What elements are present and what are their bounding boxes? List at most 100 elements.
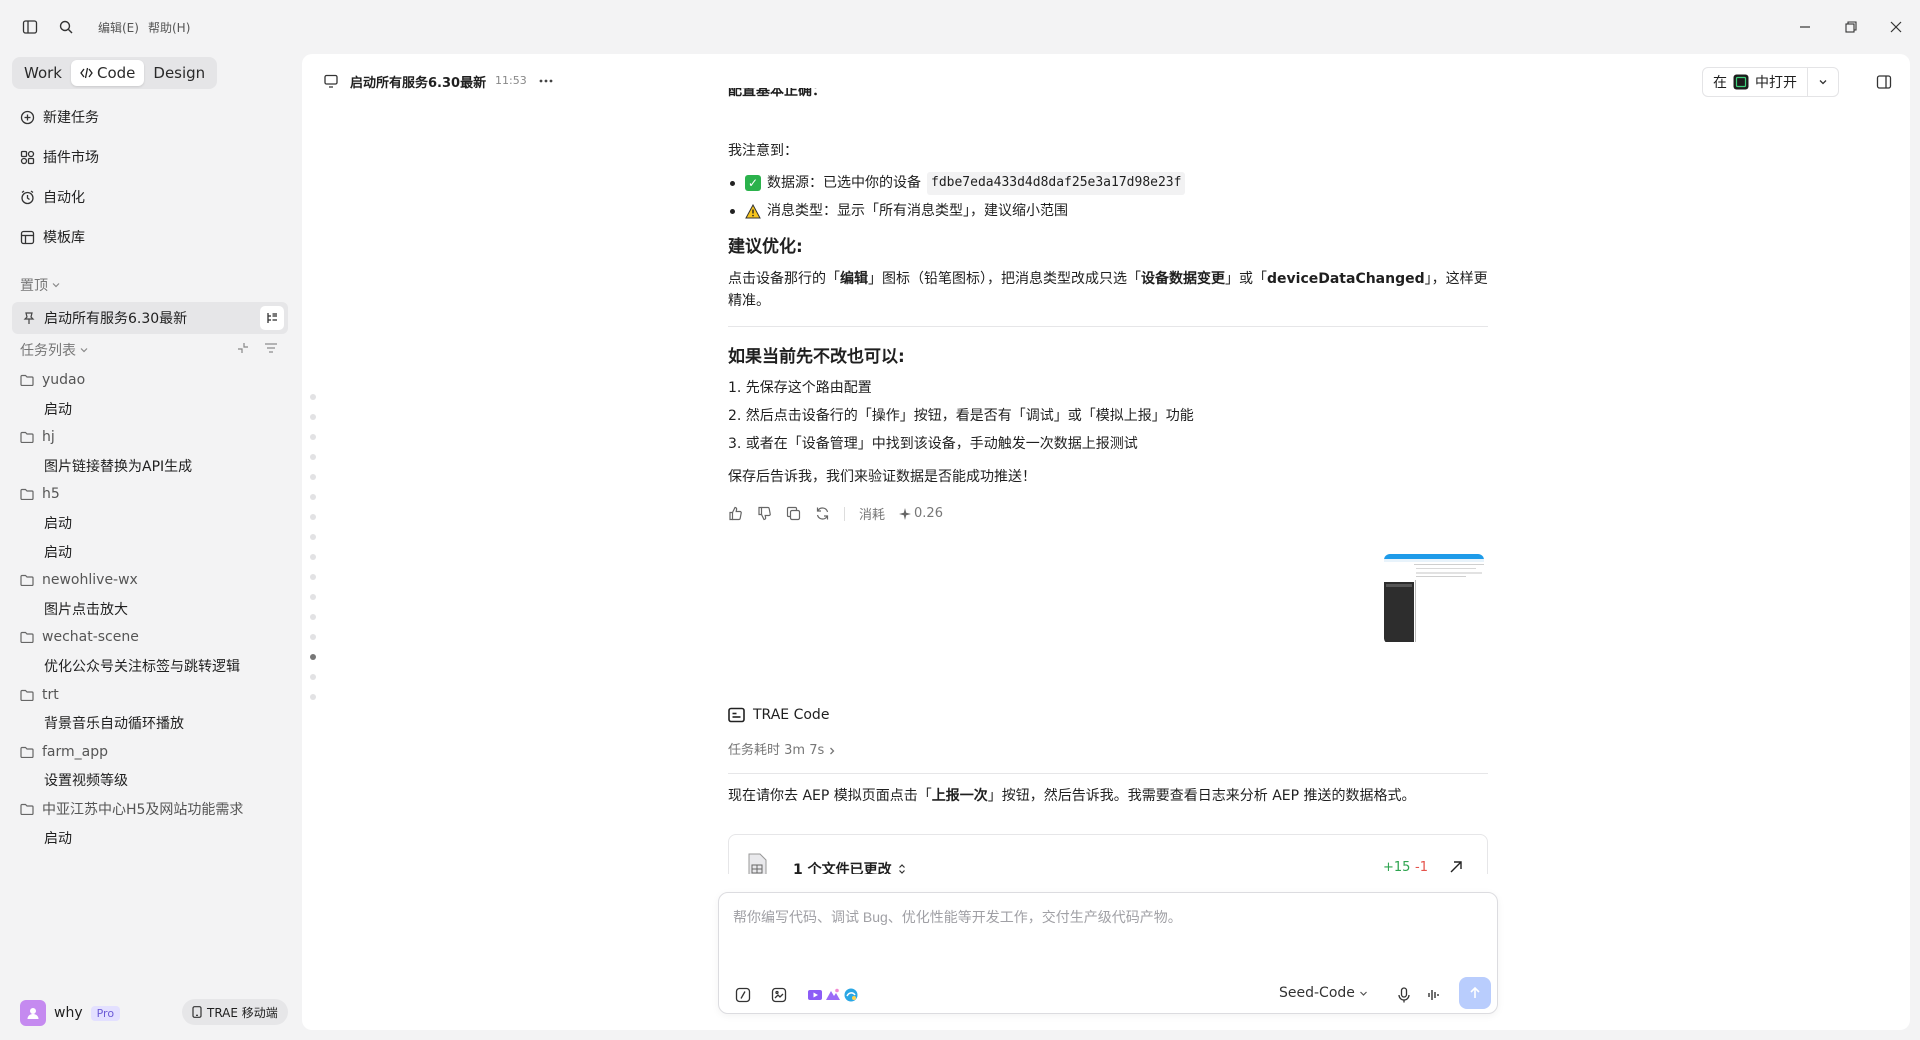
plugin-icon [20,150,35,165]
project-folder[interactable]: trt [20,684,59,706]
user-screenshot-thumbnail[interactable] [1384,554,1484,644]
send-button[interactable] [1459,977,1491,1009]
collapse-icon[interactable] [236,341,250,355]
task-time: 11:53 [495,74,527,87]
task-label: 启动 [44,516,72,532]
mobile-app-button[interactable]: TRAE 移动端 [182,999,288,1025]
task-item[interactable]: 图片点击放大 [44,598,128,620]
task-item[interactable]: 优化公众号关注标签与跳转逻辑 [44,655,240,677]
clock-icon [20,189,35,205]
open-external-icon[interactable] [1449,860,1463,874]
copy-icon[interactable] [786,506,801,521]
toggle-sidebar-icon[interactable] [20,17,40,37]
media-tools-icon[interactable] [805,985,861,1005]
minimize-icon[interactable] [1794,16,1816,38]
pin-icon [22,311,36,325]
mode-code-label: Code [96,64,136,82]
chevron-down-icon [80,346,88,354]
folder-label: trt [42,686,59,703]
user-name: why [54,1005,83,1021]
nav-plugin-market-label: 插件市场 [43,150,99,166]
closing-text: 保存后告诉我，我们来验证数据是否能成功推送！ [728,469,1036,485]
open-in-main[interactable]: 在 中打开 [1703,68,1808,96]
right-panel-toggle-icon[interactable] [1876,74,1892,90]
more-options-icon[interactable] [538,73,554,89]
mode-design-label: Design [153,64,206,82]
task-item[interactable]: 设置视频等级 [44,769,128,791]
tasks-title-label: 任务列表 [20,343,76,359]
menu-help[interactable]: 帮助(H) [148,19,190,36]
cost-value-group: 0.26 [899,506,943,521]
thumbs-up-icon[interactable] [728,506,743,521]
pinned-section-title[interactable]: 置顶 [20,275,60,295]
open-in-dropdown[interactable] [1808,68,1838,96]
folder-label: newohlive-wx [42,572,138,589]
image-attach-icon[interactable] [769,985,789,1005]
folder-icon [20,689,34,701]
slash-command-icon[interactable] [733,985,753,1005]
agent-name: TRAE Code [753,707,830,723]
project-folder[interactable]: yudao [20,369,85,391]
template-icon [20,230,35,245]
tasks-section-title[interactable]: 任务列表 [20,340,88,360]
suggest-paragraph: 点击设备那行的「编辑」图标（铅笔图标），把消息类型改成只选「设备数据变更」或「d… [728,271,1488,310]
folder-icon [20,631,34,644]
phone-icon [192,1006,202,1018]
project-folder[interactable]: newohlive-wx [20,569,138,591]
project-folder[interactable]: hj [20,426,55,448]
avatar [20,1000,46,1026]
open-in-button[interactable]: 在 中打开 [1702,67,1839,97]
terminal-app-icon [1733,74,1749,90]
model-selector[interactable]: Seed-Code [1279,985,1368,1001]
chevron-updown-icon [898,864,906,874]
chevron-down-icon [1359,989,1368,998]
datasource-label: 数据源：已选中你的设备 [767,175,921,192]
user-profile[interactable]: why Pro [20,1000,121,1026]
message-type-label: 消息类型：显示「所有消息类型」，建议缩小范围 [767,203,1068,219]
nav-plugin-market[interactable]: 插件市场 [20,145,99,169]
mode-switcher: Work Code Design [12,57,218,89]
close-icon[interactable] [1885,16,1907,38]
step-3: 3. 或者在「设备管理」中找到该设备，手动触发一次数据上报测试 [728,436,1138,452]
mode-work[interactable]: Work [15,60,71,86]
task-item[interactable]: 启动 [44,541,72,563]
nav-new-task[interactable]: 新建任务 [20,105,99,129]
task-item[interactable]: 图片链接替换为API生成 [44,455,192,477]
sparkle-icon [899,507,912,520]
regenerate-icon[interactable] [815,506,830,521]
nav-templates[interactable]: 模板库 [20,225,85,249]
folder-label: h5 [42,486,60,503]
task-item[interactable]: 启动 [44,827,72,849]
nav-automation[interactable]: 自动化 [20,185,85,209]
mode-code[interactable]: Code [70,60,145,86]
task-label: 图片点击放大 [44,601,128,618]
mode-design[interactable]: Design [144,60,214,86]
menu-edit[interactable]: 编辑(E) [98,19,139,36]
alt-heading: 如果当前先不改也可以: [728,347,905,367]
main-panel: 启动所有服务6.30最新 11:53 在 中打开 配置基本正确： 我注意到： ✓… [302,54,1910,1030]
task-tree-icon[interactable] [260,306,284,330]
check-icon: ✓ [745,175,761,192]
search-icon[interactable] [56,17,76,37]
project-folder[interactable]: farm_app [20,741,108,763]
pro-badge: Pro [90,1005,121,1021]
task-item[interactable]: 背景音乐自动循环播放 [44,712,184,734]
folder-icon [20,803,34,815]
voice-wave-icon[interactable] [1424,985,1444,1005]
task-item[interactable]: 启动 [44,398,72,420]
thumbs-down-icon[interactable] [757,506,772,521]
folder-icon [20,431,34,444]
card-mask [702,874,1502,892]
diff-additions: +15 [1383,860,1411,875]
project-folder[interactable]: wechat-scene [20,626,139,648]
chat-input[interactable] [733,907,1473,957]
restore-icon[interactable] [1840,16,1862,38]
task-duration[interactable]: 任务耗时 3m 7s [728,741,836,762]
filter-icon[interactable] [264,341,278,355]
conversation-scroll-indicator[interactable] [310,394,316,714]
task-item[interactable]: 启动 [44,512,72,534]
project-folder[interactable]: 中亚江苏中心H5及网站功能需求 [20,798,243,820]
project-folder[interactable]: h5 [20,483,60,505]
pinned-task-item[interactable]: 启动所有服务6.30最新 [12,302,288,334]
microphone-icon[interactable] [1394,985,1414,1005]
